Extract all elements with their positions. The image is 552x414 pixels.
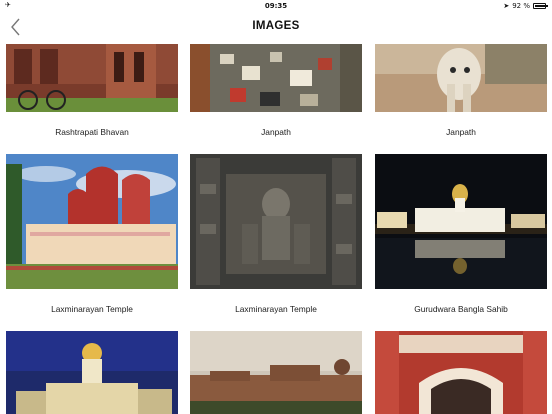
image-grid: Rashtrapati Bhavan Janpath Janpath Laxmi… [0, 0, 552, 414]
image-caption: Laxminarayan Temple [51, 304, 133, 314]
photo-laxminarayan-temple-day [6, 154, 178, 289]
image-tile-rashtrapati-bhavan[interactable] [6, 44, 178, 112]
photo-janpath-cow [375, 44, 547, 112]
photo-rashtrapati-bhavan [6, 44, 178, 112]
image-caption: Janpath [446, 127, 476, 137]
image-tile-laxminarayan-carving[interactable] [190, 154, 362, 289]
image-caption: Janpath [261, 127, 291, 137]
photo-ornate-arch [375, 331, 547, 414]
image-tile-janpath-2[interactable] [375, 44, 547, 112]
photo-janpath-traffic [190, 44, 362, 112]
image-tile-janpath[interactable] [190, 44, 362, 112]
photo-laxminarayan-carving [190, 154, 362, 289]
photo-fort [190, 331, 362, 414]
photo-temple-night [6, 331, 178, 414]
image-tile-laxminarayan-temple[interactable] [6, 154, 178, 289]
image-tile-temple-night[interactable] [6, 331, 178, 414]
image-tile-fort[interactable] [190, 331, 362, 414]
image-caption: Rashtrapati Bhavan [55, 127, 129, 137]
photo-gurudwara-bangla-sahib [375, 154, 547, 289]
image-caption: Gurudwara Bangla Sahib [414, 304, 508, 314]
image-tile-ornate-arch[interactable] [375, 331, 547, 414]
image-caption: Laxminarayan Temple [235, 304, 317, 314]
image-tile-gurudwara-bangla-sahib[interactable] [375, 154, 547, 289]
